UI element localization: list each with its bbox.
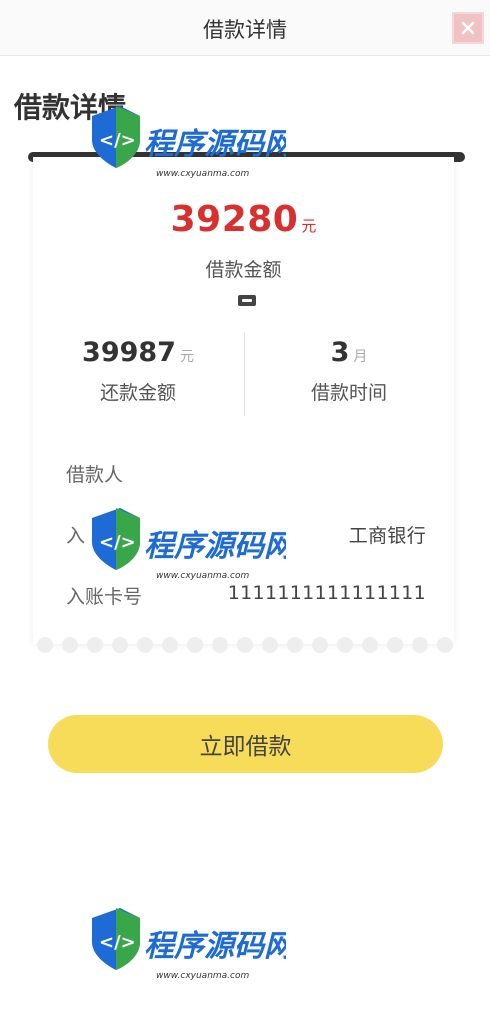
borrower-label: 借款人 xyxy=(66,464,124,486)
borrow-now-button[interactable]: 立即借款 xyxy=(48,715,443,773)
borrower-row: 借款人 xyxy=(66,460,426,490)
watermark-url: www.cxyuanma.com xyxy=(156,169,249,179)
bank-value: 工商银行 xyxy=(348,525,426,547)
stats-divider xyxy=(244,332,245,416)
watermark-logo: </> 程序源码网 www.cxyuanma.com xyxy=(92,908,286,981)
watermark-url: www.cxyuanma.com xyxy=(156,971,249,981)
watermark-text: 程序源码网 xyxy=(144,127,286,162)
ticket-icon xyxy=(238,295,256,306)
loan-amount-value: 39280 xyxy=(170,199,299,240)
svg-text:</>: </> xyxy=(99,932,136,953)
loan-amount-label: 借款金额 xyxy=(205,259,282,281)
close-button[interactable] xyxy=(452,12,484,44)
repay-amount-unit: 元 xyxy=(179,349,194,365)
ticket-scalloped-edge xyxy=(33,631,454,653)
loan-term-unit: 月 xyxy=(353,349,368,365)
watermark-url: www.cxyuanma.com xyxy=(156,571,249,581)
repay-amount-value: 39987 xyxy=(82,337,176,368)
svg-text:</>: </> xyxy=(99,532,136,553)
loan-term-label: 借款时间 xyxy=(310,382,387,404)
loan-amount: 39280 元 xyxy=(33,199,454,240)
close-icon xyxy=(461,21,475,35)
watermark-logo: </> 程序源码网 www.cxyuanma.com xyxy=(92,508,286,581)
watermark-text: 程序源码网 xyxy=(144,529,286,564)
repay-amount-stat: 39987 元 还款金额 xyxy=(33,337,243,405)
loan-amount-unit: 元 xyxy=(301,217,317,235)
svg-text:</>: </> xyxy=(99,130,136,151)
repay-amount-label: 还款金额 xyxy=(99,382,176,404)
top-navbar: 借款详情 xyxy=(0,0,490,56)
loan-term-value: 3 xyxy=(330,337,350,368)
watermark-logo: </> 程序源码网 www.cxyuanma.com xyxy=(92,106,286,179)
bank-label: 入 xyxy=(66,525,86,547)
page-title: 借款详情 xyxy=(203,18,287,42)
loan-term-stat: 3月 借款时间 xyxy=(244,337,454,405)
watermark-text: 程序源码网 xyxy=(144,929,286,964)
